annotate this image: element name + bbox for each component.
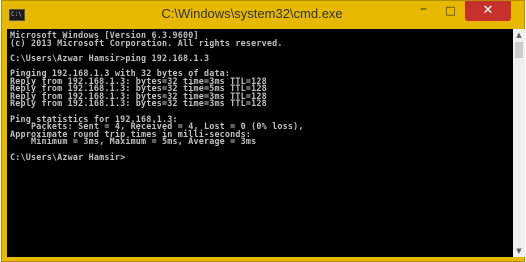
scroll-down-arrow-icon[interactable]: ▼ bbox=[513, 245, 525, 257]
cmd-window: C:\ C:\Windows\system32\cmd.exe – □ ✕ Mi… bbox=[1, 0, 525, 262]
console-text: Microsoft Windows [Version 6.3.9600] (c)… bbox=[10, 30, 304, 162]
close-button[interactable]: ✕ bbox=[465, 1, 511, 21]
cmd-app-icon[interactable]: C:\ bbox=[9, 9, 25, 21]
console-output[interactable]: Microsoft Windows [Version 6.3.9600] (c)… bbox=[7, 29, 513, 257]
minimize-button[interactable]: – bbox=[410, 1, 437, 21]
scroll-up-arrow-icon[interactable]: ▲ bbox=[513, 29, 525, 41]
title-bar[interactable]: C:\ C:\Windows\system32\cmd.exe – □ ✕ bbox=[2, 1, 524, 28]
scrollbar-thumb[interactable] bbox=[515, 42, 523, 58]
vertical-scrollbar[interactable]: ▲ ▼ bbox=[513, 29, 525, 257]
window-title: C:\Windows\system32\cmd.exe bbox=[161, 6, 343, 21]
maximize-button[interactable]: □ bbox=[437, 1, 464, 21]
